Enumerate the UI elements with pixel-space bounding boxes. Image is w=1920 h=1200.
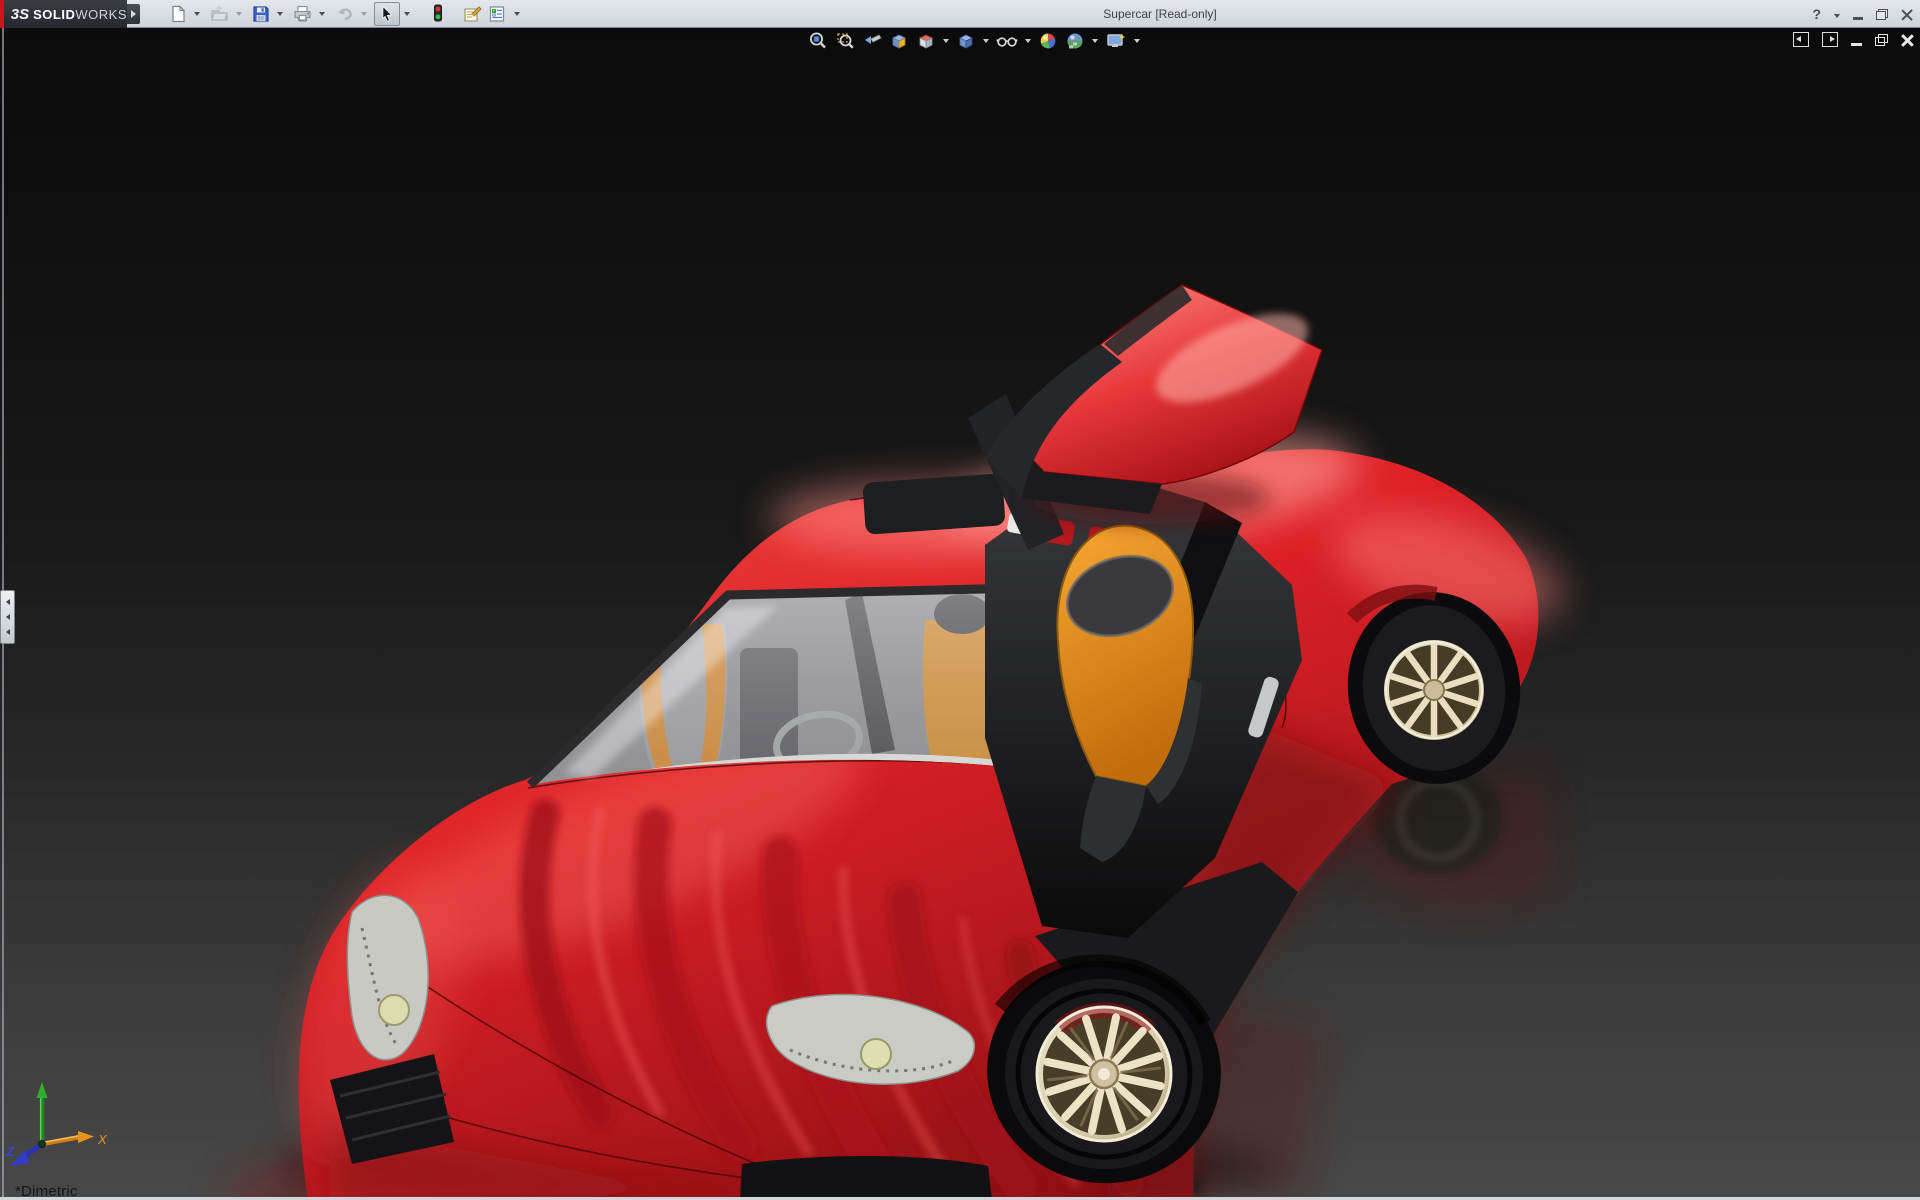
reference-triad: X Z bbox=[4, 1080, 114, 1172]
save-dropdown[interactable] bbox=[273, 2, 286, 26]
save-floppy-icon bbox=[252, 5, 270, 23]
headlight-left[interactable] bbox=[347, 895, 428, 1059]
roof-glass-panel bbox=[862, 473, 1005, 535]
edit-appearance-button[interactable] bbox=[1036, 30, 1060, 52]
display-style-button[interactable] bbox=[954, 30, 978, 52]
app-close-button[interactable] bbox=[1901, 9, 1912, 20]
pane-toggle-right-icon[interactable] bbox=[1822, 32, 1838, 47]
view-orientation-cube-icon bbox=[916, 31, 936, 51]
hide-show-items-button[interactable] bbox=[994, 30, 1020, 52]
view-settings-icon bbox=[1105, 31, 1127, 51]
print-icon bbox=[293, 5, 312, 23]
previous-view-button[interactable] bbox=[860, 30, 884, 52]
help-button[interactable]: ? bbox=[1812, 0, 1821, 28]
select-dropdown[interactable] bbox=[400, 2, 413, 26]
3d-model-supercar[interactable] bbox=[0, 28, 1920, 1200]
view-settings-button[interactable] bbox=[1103, 30, 1129, 52]
section-view-button[interactable] bbox=[887, 30, 911, 52]
scene-sphere-icon bbox=[1065, 31, 1085, 51]
left-pane-splitter-handle[interactable] bbox=[0, 590, 15, 644]
flyout-arrow-icon bbox=[131, 10, 136, 18]
undo-dropdown[interactable] bbox=[357, 2, 370, 26]
triad-z-axis: Z bbox=[5, 1144, 42, 1166]
app-window-controls: ? bbox=[1812, 0, 1912, 28]
comment-button[interactable] bbox=[459, 2, 485, 26]
undo-button[interactable] bbox=[332, 2, 357, 26]
section-view-icon bbox=[889, 31, 909, 51]
eyeglasses-icon bbox=[996, 31, 1018, 51]
new-document-dropdown[interactable] bbox=[190, 2, 203, 26]
display-style-cube-icon bbox=[956, 31, 976, 51]
print-button[interactable] bbox=[290, 2, 315, 26]
triad-y-axis bbox=[37, 1082, 48, 1144]
collapse-arrow-icon bbox=[6, 599, 10, 605]
zoom-to-area-button[interactable] bbox=[833, 30, 857, 52]
note-pencil-icon bbox=[462, 5, 482, 23]
brand-glyph: 3S bbox=[11, 6, 29, 23]
previous-view-icon bbox=[862, 31, 882, 51]
options-dropdown[interactable] bbox=[510, 2, 523, 26]
view-orientation-button[interactable] bbox=[914, 30, 938, 52]
app-restore-button[interactable] bbox=[1876, 9, 1888, 20]
graphics-viewport[interactable]: X Z *Dimetric bbox=[0, 28, 1920, 1200]
doc-restore-button[interactable] bbox=[1875, 34, 1888, 46]
triad-x-label: X bbox=[97, 1132, 108, 1147]
apply-scene-dropdown[interactable] bbox=[1090, 39, 1100, 43]
collapse-arrow-icon bbox=[6, 629, 10, 635]
apply-scene-button[interactable] bbox=[1063, 30, 1087, 52]
zoom-to-area-icon bbox=[835, 31, 855, 51]
document-window-controls bbox=[1793, 32, 1913, 47]
pane-toggle-left-icon[interactable] bbox=[1793, 32, 1809, 47]
appearance-sphere-icon bbox=[1038, 31, 1058, 51]
zoom-to-fit-icon bbox=[808, 31, 828, 51]
doc-close-button[interactable] bbox=[1901, 34, 1913, 46]
options-checklist-icon bbox=[488, 5, 507, 23]
title-bar: 3S SOLIDWORKS bbox=[0, 0, 1920, 28]
display-style-dropdown[interactable] bbox=[981, 39, 991, 43]
collapse-arrow-icon bbox=[6, 614, 10, 620]
select-cursor-icon bbox=[378, 5, 396, 23]
brand-name-bold: SOLID bbox=[33, 7, 75, 22]
brand-accent-strip bbox=[0, 0, 4, 28]
help-dropdown[interactable] bbox=[1834, 14, 1840, 18]
heads-up-view-toolbar bbox=[806, 29, 1142, 53]
triad-z-label: Z bbox=[5, 1144, 15, 1159]
triad-x-axis: X bbox=[42, 1131, 108, 1147]
open-button[interactable] bbox=[207, 2, 232, 26]
brand-name-light: WORKS bbox=[75, 7, 127, 22]
traffic-light-icon bbox=[430, 4, 446, 23]
main-toolbar bbox=[166, 0, 527, 27]
view-settings-dropdown[interactable] bbox=[1132, 39, 1142, 43]
new-document-button[interactable] bbox=[166, 2, 190, 26]
rebuild-status-button[interactable] bbox=[427, 2, 449, 26]
zoom-to-fit-button[interactable] bbox=[806, 30, 830, 52]
app-minimize-button[interactable] bbox=[1853, 17, 1863, 20]
save-button[interactable] bbox=[249, 2, 273, 26]
options-button[interactable] bbox=[485, 2, 510, 26]
open-folder-icon bbox=[210, 5, 229, 23]
select-button[interactable] bbox=[374, 2, 400, 26]
open-dropdown[interactable] bbox=[232, 2, 245, 26]
document-title: Supercar [Read-only] bbox=[1000, 0, 1320, 28]
undo-arrow-icon bbox=[335, 5, 354, 23]
new-document-icon bbox=[169, 5, 187, 23]
doc-minimize-button[interactable] bbox=[1851, 43, 1862, 46]
print-dropdown[interactable] bbox=[315, 2, 328, 26]
view-orientation-dropdown[interactable] bbox=[941, 39, 951, 43]
hide-show-items-dropdown[interactable] bbox=[1023, 39, 1033, 43]
menu-flyout-arrow[interactable] bbox=[127, 4, 140, 24]
solidworks-menu-logo[interactable]: 3S SOLIDWORKS bbox=[0, 0, 127, 28]
